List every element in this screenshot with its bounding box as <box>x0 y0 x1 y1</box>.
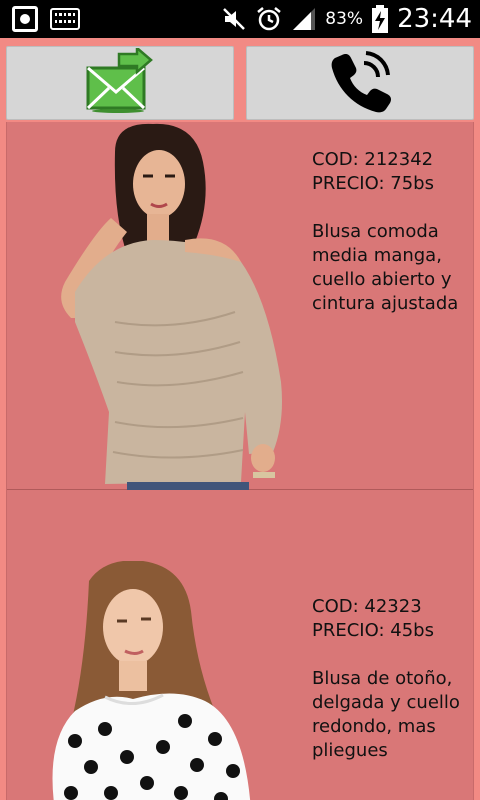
phone-button[interactable] <box>246 46 474 120</box>
product-description: Blusa comoda media manga, cuello abierto… <box>312 221 459 314</box>
product-code: COD: 42323 <box>312 596 422 617</box>
signal-icon <box>291 6 317 32</box>
status-bar: 83% 23:44 <box>0 0 480 38</box>
product-info: COD: 212342 PRECIO: 75bs Blusa comoda me… <box>312 148 472 316</box>
record-icon <box>12 6 38 32</box>
product-price: PRECIO: 75bs <box>312 173 434 194</box>
mute-icon <box>221 6 247 32</box>
product-info: COD: 42323 PRECIO: 45bs Blusa de otoño, … <box>312 595 472 763</box>
product-image <box>61 123 282 490</box>
list-item[interactable]: COD: 212342 PRECIO: 75bs Blusa comoda me… <box>7 122 473 490</box>
alarm-icon <box>255 5 283 33</box>
product-list[interactable]: COD: 212342 PRECIO: 75bs Blusa comoda me… <box>6 122 474 800</box>
action-toolbar <box>0 38 480 122</box>
clock: 23:44 <box>397 4 472 34</box>
keyboard-icon <box>50 8 80 30</box>
battery-charging-icon <box>371 5 389 33</box>
product-code: COD: 212342 <box>312 149 434 170</box>
list-item[interactable]: COD: 42323 PRECIO: 45bs Blusa de otoño, … <box>7 491 473 800</box>
battery-percent: 83% <box>325 9 364 29</box>
email-send-icon <box>85 45 155 118</box>
product-price: PRECIO: 45bs <box>312 620 434 641</box>
product-image <box>52 561 251 800</box>
phone-call-icon <box>328 49 392 117</box>
product-description: Blusa de otoño, delgada y cuello redondo… <box>312 668 460 761</box>
email-button[interactable] <box>6 45 234 120</box>
